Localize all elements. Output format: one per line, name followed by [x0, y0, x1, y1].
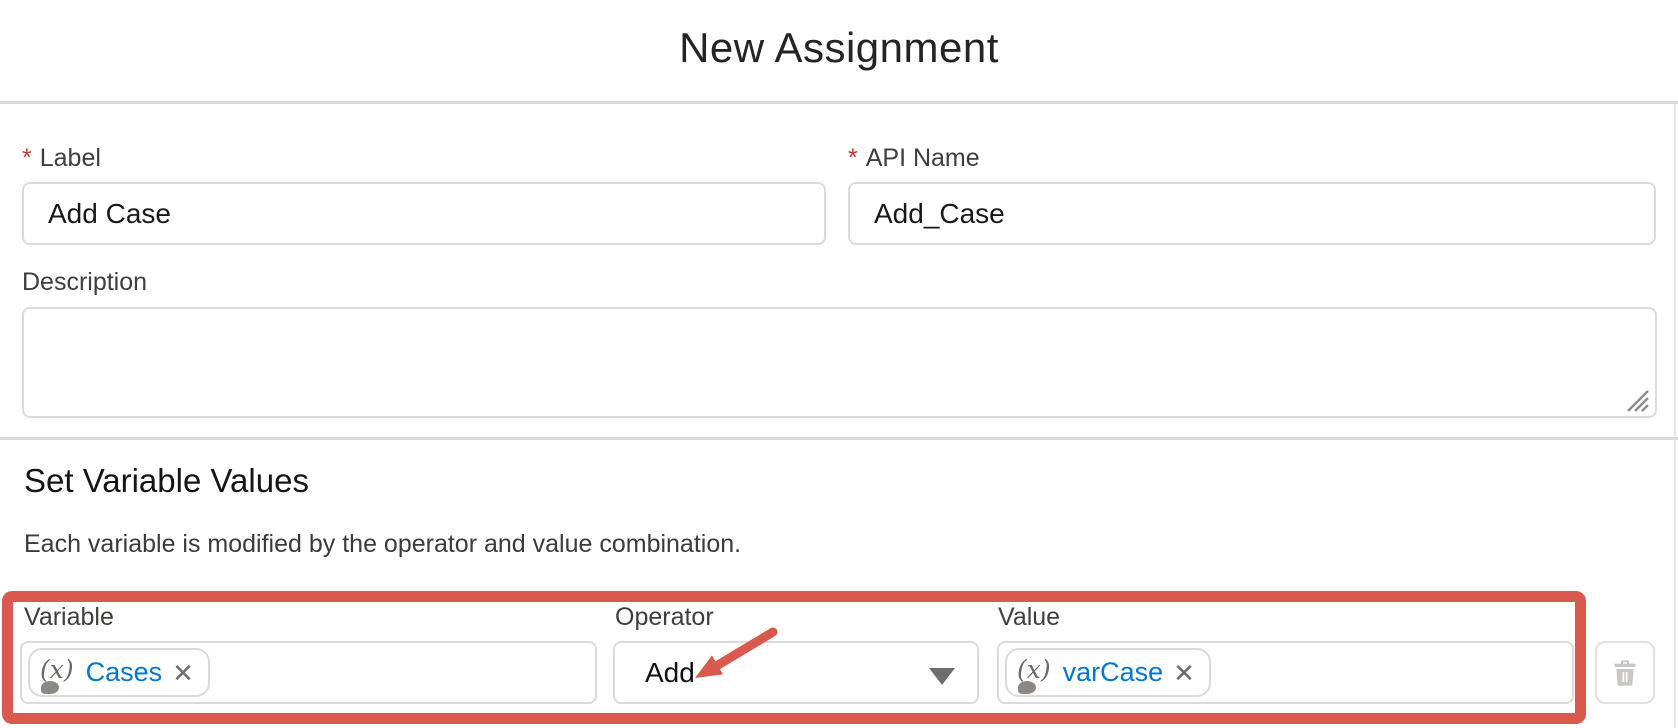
required-marker: * — [848, 144, 858, 172]
operator-select[interactable]: Add — [613, 641, 979, 704]
label-field-label: * Label — [22, 143, 101, 173]
value-pill[interactable]: (x) varCase ✕ — [1005, 648, 1211, 697]
panel-right-edge — [1674, 104, 1676, 728]
variable-pill[interactable]: (x) Cases ✕ — [28, 648, 210, 697]
label-input[interactable] — [22, 182, 826, 245]
variable-pill-remove-icon[interactable]: ✕ — [172, 660, 194, 686]
value-combobox[interactable]: (x) varCase ✕ — [997, 641, 1574, 704]
label-input-wrap — [22, 182, 826, 245]
variable-combobox[interactable]: (x) Cases ✕ — [20, 641, 597, 704]
delete-row-button[interactable] — [1595, 641, 1655, 704]
description-field-label-text: Description — [22, 268, 147, 296]
description-textarea[interactable] — [22, 307, 1657, 418]
description-field-label: Description — [22, 267, 147, 297]
section-helper-text: Each variable is modified by the operato… — [24, 530, 741, 559]
section-heading: Set Variable Values — [24, 462, 309, 500]
dropdown-arrow-icon — [929, 668, 955, 685]
required-marker: * — [22, 144, 32, 172]
variable-resource-icon: (x) — [40, 657, 76, 688]
variable-pill-label: Cases — [86, 657, 163, 688]
new-assignment-dialog: New Assignment * Label * API Name Descript… — [0, 0, 1678, 728]
header-divider — [0, 101, 1678, 104]
api-name-field-label: * API Name — [848, 143, 980, 173]
api-name-input-wrap — [848, 182, 1656, 245]
variable-column-label: Variable — [24, 602, 114, 632]
value-column-label: Value — [998, 602, 1060, 632]
dialog-title: New Assignment — [0, 24, 1678, 72]
variable-resource-icon: (x) — [1017, 657, 1053, 688]
operator-selected-value: Add — [621, 657, 695, 689]
value-pill-label: varCase — [1063, 657, 1164, 688]
operator-column-label: Operator — [615, 602, 714, 632]
label-field-label-text: Label — [40, 144, 101, 172]
api-name-input[interactable] — [848, 182, 1656, 245]
section-divider — [0, 437, 1678, 440]
api-name-field-label-text: API Name — [866, 144, 980, 172]
trash-icon — [1609, 657, 1641, 689]
value-pill-remove-icon[interactable]: ✕ — [1173, 660, 1195, 686]
